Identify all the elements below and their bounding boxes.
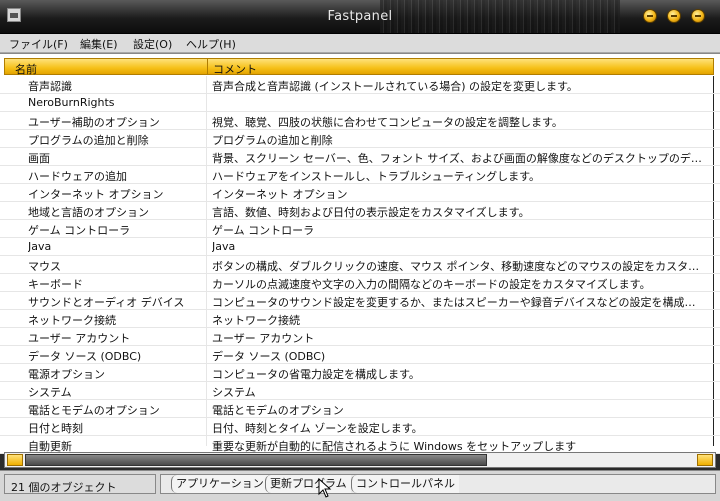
item-name: 画面 (28, 152, 50, 165)
item-comment: ハードウェアをインストールし、トラブルシューティングします。 (212, 170, 541, 183)
menu-edit[interactable]: 編集(E) (80, 36, 118, 52)
window-title: Fastpanel (327, 9, 393, 24)
item-name: マウス (28, 260, 61, 273)
list-item[interactable]: データ ソース (ODBC) データ ソース (ODBC) (0, 346, 720, 364)
list-item[interactable]: ハードウェアの追加 ハードウェアをインストールし、トラブルシューティングします。 (0, 166, 720, 184)
column-header-name[interactable]: 名前 (15, 61, 37, 77)
list-item[interactable]: サウンドとオーディオ デバイス コンピュータのサウンド設定を変更するか、またはスピ… (0, 292, 720, 310)
list-item[interactable]: システム システム (0, 382, 720, 400)
menu-file[interactable]: ファイル(F) (9, 36, 68, 52)
list-item[interactable]: 電源オプション コンピュータの省電力設定を構成します。 (0, 364, 720, 382)
item-comment: カーソルの点滅速度や文字の入力の間隔などのキーボードの設定をカスタマイズします。 (212, 278, 651, 291)
item-name: 音声認識 (28, 80, 72, 93)
list-item[interactable]: キーボード カーソルの点滅速度や文字の入力の間隔などのキーボードの設定をカスタマイ… (0, 274, 720, 292)
minimize-button[interactable] (643, 9, 657, 23)
item-comment: ネットワーク接続 (212, 314, 300, 327)
item-name: 電話とモデムのオプション (28, 404, 160, 417)
item-name: データ ソース (ODBC) (28, 350, 142, 363)
mouse-cursor-icon (318, 478, 332, 498)
item-comment: プログラムの追加と削除 (212, 134, 333, 147)
item-name: 日付と時刻 (28, 422, 83, 435)
scrollbar-thumb[interactable] (25, 454, 487, 466)
item-comment: インターネット オプション (212, 188, 348, 201)
breadcrumb-control-panel[interactable]: コントロールパネル (351, 475, 459, 493)
item-name: ハードウェアの追加 (28, 170, 127, 183)
list-rows: 音声認識 音声合成と音声認識 (インストールされている場合) の設定を変更します。… (0, 76, 720, 454)
item-comment: コンピュータの省電力設定を構成します。 (212, 368, 420, 381)
breadcrumb-updates[interactable]: 更新プログラム (265, 475, 351, 493)
item-comment: 日付、時刻とタイム ゾーンを設定します。 (212, 422, 423, 435)
item-name: NeroBurnRights (28, 96, 115, 109)
status-bar: 21 個のオブジェクト アプリケーション 更新プログラム コントロールパネル (0, 470, 720, 501)
status-panel: 21 個のオブジェクト (4, 474, 156, 494)
item-comment: 電話とモデムのオプション (212, 404, 344, 417)
item-comment: Java (212, 240, 236, 253)
item-comment: 言語、数値、時刻および日付の表示設定をカスタマイズします。 (212, 206, 530, 219)
item-name: ユーザー アカウント (28, 332, 131, 345)
object-count: 21 個のオブジェクト (11, 481, 117, 494)
item-name: 電源オプション (28, 368, 105, 381)
item-comment: 音声合成と音声認識 (インストールされている場合) の設定を変更します。 (212, 80, 578, 93)
list-item[interactable]: インターネット オプション インターネット オプション (0, 184, 720, 202)
item-name: 地域と言語のオプション (28, 206, 149, 219)
list-item[interactable]: 電話とモデムのオプション 電話とモデムのオプション (0, 400, 720, 418)
list-item[interactable]: 画面 背景、スクリーン セーバー、色、フォント サイズ、および画面の解像度などのデ… (0, 148, 720, 166)
maximize-button[interactable] (667, 9, 681, 23)
list-item[interactable]: 音声認識 音声合成と音声認識 (インストールされている場合) の設定を変更します。 (0, 76, 720, 94)
menu-help[interactable]: ヘルプ(H) (186, 36, 236, 52)
list-item[interactable]: ネットワーク接続 ネットワーク接続 (0, 310, 720, 328)
close-button[interactable] (691, 9, 705, 23)
item-name: サウンドとオーディオ デバイス (28, 296, 185, 309)
list-item[interactable]: NeroBurnRights (0, 94, 720, 112)
list-item[interactable]: 地域と言語のオプション 言語、数値、時刻および日付の表示設定をカスタマイズします。 (0, 202, 720, 220)
item-name: ネットワーク接続 (28, 314, 116, 327)
item-comment: 視覚、聴覚、四肢の状態に合わせてコンピュータの設定を調整します。 (212, 116, 563, 129)
item-name: キーボード (28, 278, 83, 291)
item-name: ユーザー補助のオプション (28, 116, 160, 129)
item-comment: 背景、スクリーン セーバー、色、フォント サイズ、および画面の解像度などのデスク… (212, 152, 702, 165)
item-comment: ユーザー アカウント (212, 332, 315, 345)
list-item[interactable]: ゲーム コントローラ ゲーム コントローラ (0, 220, 720, 238)
menu-settings[interactable]: 設定(O) (133, 36, 172, 52)
list-item[interactable]: ユーザー アカウント ユーザー アカウント (0, 328, 720, 346)
item-name: インターネット オプション (28, 188, 164, 201)
item-name: システム (28, 386, 72, 399)
item-comment: システム (212, 386, 256, 399)
item-name: プログラムの追加と削除 (28, 134, 149, 147)
item-name: Java (28, 240, 52, 253)
horizontal-scrollbar[interactable] (4, 452, 716, 468)
list-item[interactable]: ユーザー補助のオプション 視覚、聴覚、四肢の状態に合わせてコンピュータの設定を調整… (0, 112, 720, 130)
item-name: ゲーム コントローラ (28, 224, 131, 237)
scroll-right-button[interactable] (697, 454, 713, 466)
list-item[interactable]: マウス ボタンの構成、ダブルクリックの速度、マウス ポインタ、移動速度などのマウス… (0, 256, 720, 274)
list-view[interactable]: 名前 コメント 音声認識 音声合成と音声認識 (インストールされている場合) の設… (0, 53, 720, 454)
list-item[interactable]: プログラムの追加と削除 プログラムの追加と削除 (0, 130, 720, 148)
list-item[interactable]: Java Java (0, 238, 720, 256)
column-header-comment[interactable]: コメント (213, 61, 257, 77)
menu-bar: ファイル(F) 編集(E) 設定(O) ヘルプ(H) (0, 34, 720, 53)
column-divider[interactable] (207, 59, 208, 74)
scroll-left-button[interactable] (7, 454, 23, 466)
item-comment: データ ソース (ODBC) (212, 350, 326, 363)
list-item[interactable]: 日付と時刻 日付、時刻とタイム ゾーンを設定します。 (0, 418, 720, 436)
list-header: 名前 コメント (4, 58, 714, 77)
item-comment: ゲーム コントローラ (212, 224, 315, 237)
title-bar[interactable]: Fastpanel (0, 0, 720, 34)
item-comment: コンピュータのサウンド設定を変更するか、またはスピーカーや録音デバイスなどの設定… (212, 296, 696, 309)
breadcrumb-applications[interactable]: アプリケーション (171, 475, 268, 493)
item-comment: ボタンの構成、ダブルクリックの速度、マウス ポインタ、移動速度などのマウスの設定… (212, 260, 706, 273)
breadcrumb: アプリケーション 更新プログラム コントロールパネル (160, 474, 716, 494)
